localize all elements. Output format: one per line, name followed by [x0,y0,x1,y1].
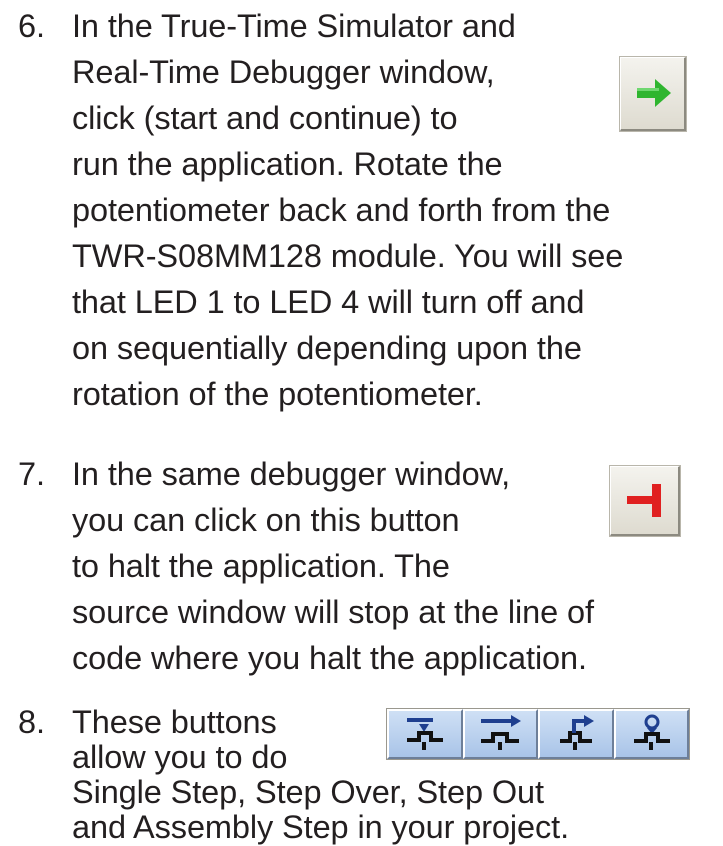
step-text-line: click (start and continue) to [72,100,458,136]
step-text-line: run the application. Rotate the [72,146,503,182]
red-halt-icon [627,484,661,517]
step-text-line: TWR-S08MM128 module. You will see [72,238,624,274]
step-text-line: Real-Time Debugger window, [72,54,495,90]
step-text-line: allow you to do [72,739,288,775]
halt-button[interactable] [609,465,681,537]
step-text-line: source window will stop at the line of [72,594,594,630]
step-text-line: you can click on this button [72,502,460,538]
step-text-line: to halt the application. The [72,548,450,584]
step-text-line: code where you halt the application. [72,640,587,676]
step-text-line: In the same debugger window, [72,456,511,492]
step-over-icon [480,715,521,750]
single-step-button[interactable] [387,709,463,759]
step-text-line: In the True-Time Simulator and [72,8,516,44]
step-text-line: on sequentially depending upon the [72,330,582,366]
step-text-line: and Assembly Step in your project. [72,809,570,845]
step-number: 7. [18,456,45,492]
single-step-icon [407,718,443,750]
start-continue-button[interactable] [619,56,687,132]
step-text-line: These buttons [72,704,277,740]
step-over-button[interactable] [462,709,538,759]
step-buttons-toolbar [386,708,690,760]
step-text-line: rotation of the potentiometer. [72,376,483,412]
step-number: 8. [18,704,45,740]
green-right-arrow-icon [637,79,671,107]
step-out-button[interactable] [538,709,614,759]
step-text-line: Single Step, Step Over, Step Out [72,774,544,810]
step-out-icon [560,715,594,750]
step-text-line: potentiometer back and forth from the [72,192,611,228]
step-number: 6. [18,8,45,44]
assembly-step-icon [633,714,670,750]
step-text-line: that LED 1 to LED 4 will turn off and [72,284,585,320]
assembly-step-button[interactable] [613,709,689,759]
